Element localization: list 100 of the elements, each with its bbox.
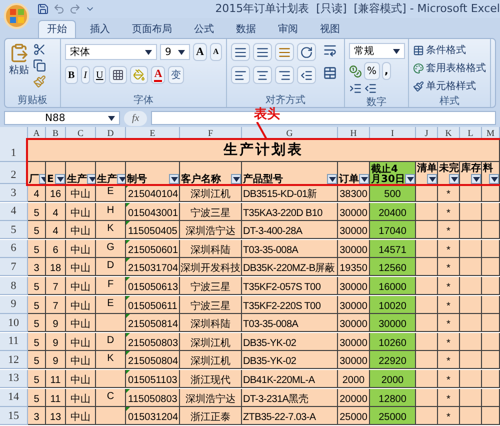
percent-button[interactable]: % [364, 62, 380, 80]
row-header[interactable]: 2 [0, 162, 28, 184]
phonetic-button[interactable]: 变 [168, 66, 184, 84]
table-cell: * [438, 351, 460, 370]
table-cell: K [96, 351, 126, 370]
row-header[interactable]: 4 [0, 202, 28, 221]
table-cell: 6 [46, 240, 66, 258]
table-cell: 215050601 [126, 240, 180, 258]
ribbon-tab[interactable]: 页面布局 [124, 20, 180, 38]
table-cell: T35KA3-220D B10 [242, 202, 338, 221]
annotation-label: 表头 [254, 108, 280, 122]
column-heading: 订单 [338, 175, 359, 185]
table-cell: 9 [46, 314, 66, 332]
table-cell: * [438, 202, 460, 221]
row-header[interactable]: 8 [0, 276, 28, 296]
font-name-field[interactable]: 宋体 [65, 44, 157, 60]
ribbon-tab[interactable]: 插入 [82, 20, 118, 38]
table-cell: 3 [28, 407, 46, 426]
row-header[interactable]: 6 [0, 240, 28, 258]
insert-function-button[interactable]: fx [124, 110, 148, 126]
table-cell: C [96, 388, 126, 407]
table-cell: 深圳科陆 [180, 240, 242, 258]
table-cell: H [96, 202, 126, 221]
table-cell: DB35-YK-02 [242, 332, 338, 351]
font-size-field[interactable]: 9 [160, 44, 190, 60]
table-cell: 17040 [370, 221, 416, 240]
table-cell: 5 [28, 370, 46, 388]
table-cell: 中山 [66, 202, 96, 221]
table-cell: * [438, 296, 460, 314]
row-header[interactable]: 5 [0, 221, 28, 240]
bold-button[interactable]: B [65, 66, 78, 84]
table-cell: 5 [28, 296, 46, 314]
column-heading: 料 [482, 162, 493, 174]
table-cell: 5 [28, 202, 46, 221]
table-cell: 3 [28, 258, 46, 276]
table-cell: 深圳江机 [180, 332, 242, 351]
table-cell: 015031204 [126, 407, 180, 426]
shrink-font-button[interactable]: A [210, 43, 222, 61]
row-header[interactable]: 14 [0, 388, 28, 407]
table-cell: G [96, 240, 126, 258]
styles-menu-button[interactable]: 套用表格格式 [413, 61, 486, 76]
ribbon-tab[interactable]: 视图 [312, 20, 348, 38]
column-heading: 产品型号 [242, 175, 283, 185]
table-cell: 5 [28, 351, 46, 370]
font-color-button[interactable]: A [151, 66, 166, 84]
table-cell: D [96, 332, 126, 351]
paste-button[interactable]: 粘贴 [9, 43, 29, 88]
table-cell: 215050814 [126, 314, 180, 332]
styles-menu-button[interactable]: 条件格式 [413, 43, 486, 58]
table-cell: 30000 [338, 314, 370, 332]
table-cell: 11 [46, 370, 66, 388]
table-cell: 25000 [338, 407, 370, 426]
table-cell: 11 [46, 388, 66, 407]
ribbon-tab[interactable]: 开始 [38, 20, 76, 38]
table-cell: 7 [46, 296, 66, 314]
table-cell: 宁波三星 [180, 296, 242, 314]
table-cell: 30000 [338, 296, 370, 314]
row-header[interactable]: 7 [0, 258, 28, 276]
row-header[interactable]: 11 [0, 332, 28, 351]
number-format-field[interactable]: 常规 [349, 43, 405, 59]
table-cell: 30000 [338, 221, 370, 240]
group-label: 数字 [366, 96, 386, 110]
column-heading: E [46, 175, 54, 185]
column-heading: 客户名称 [180, 175, 221, 185]
row-header[interactable]: 1 [0, 140, 28, 162]
table-cell: 30000 [338, 240, 370, 258]
table-cell: 深圳浩宁达 [180, 221, 242, 240]
underline-button[interactable]: U [93, 66, 106, 84]
ribbon-tab[interactable]: 公式 [186, 20, 222, 38]
grow-font-button[interactable]: A [193, 43, 207, 61]
table-cell: 中山 [66, 407, 96, 426]
column-heading: 截止4月30日 [370, 165, 405, 185]
table-cell: 中山 [66, 258, 96, 276]
styles-menu-button[interactable]: 单元格样式 [413, 79, 486, 94]
column-heading: 未完 [438, 162, 459, 174]
table-cell: 4 [46, 202, 66, 221]
table-cell: E [96, 296, 126, 314]
comma-button[interactable]: , [382, 62, 392, 80]
table-cell: 2000 [338, 370, 370, 388]
table-cell: 12560 [370, 258, 416, 276]
table-cell: 2000 [370, 370, 416, 388]
name-box[interactable]: N88 [4, 111, 120, 125]
group-label: 字体 [134, 94, 154, 108]
table-cell: 015050613 [126, 276, 180, 296]
row-header[interactable]: 9 [0, 296, 28, 314]
italic-button[interactable]: I [80, 66, 90, 84]
table-cell: 015043001 [126, 202, 180, 221]
row-header[interactable]: 13 [0, 370, 28, 388]
table-cell: DT-3-231A黑壳 [242, 388, 338, 407]
table-cell: 215031704 [126, 258, 180, 276]
row-header[interactable]: 12 [0, 351, 28, 370]
table-cell: 115050405 [126, 221, 180, 240]
row-header[interactable]: 15 [0, 407, 28, 426]
ribbon-tab[interactable]: 数据 [228, 20, 264, 38]
table-cell: * [438, 407, 460, 426]
table-cell: 20400 [370, 202, 416, 221]
row-header[interactable]: 10 [0, 314, 28, 332]
ribbon-tab[interactable]: 审阅 [270, 20, 306, 38]
table-cell: 215050803 [126, 332, 180, 351]
row-header[interactable]: 3 [0, 184, 28, 202]
